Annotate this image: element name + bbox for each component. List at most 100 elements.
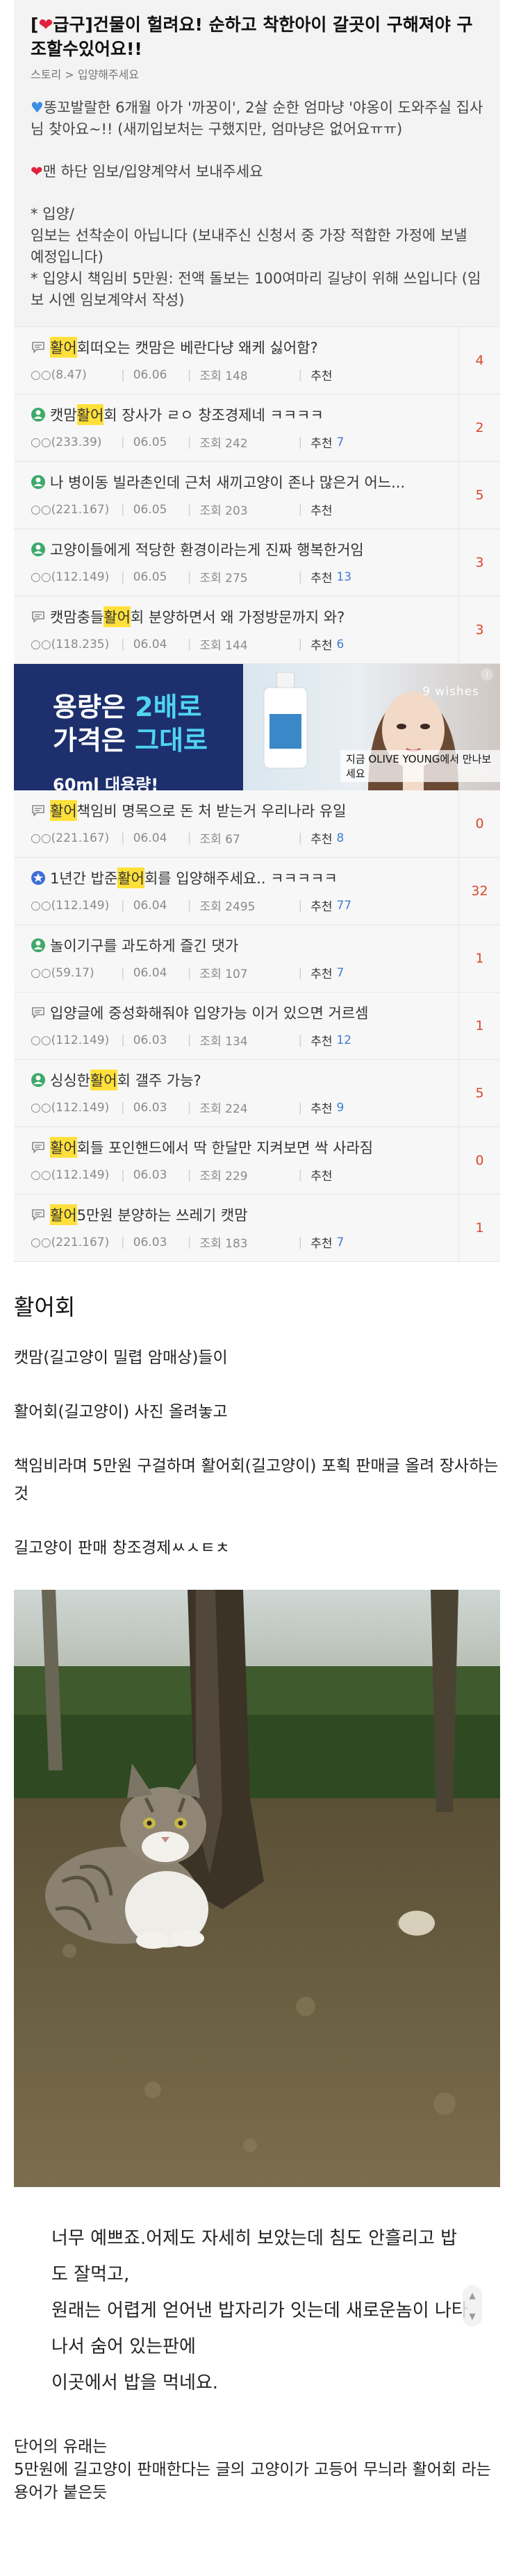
meta-separator: | (121, 898, 125, 913)
post-title[interactable]: 활어 회들 포인핸드에서 딱 한달만 지켜보면 싹 사라짐 (31, 1137, 458, 1158)
comment-count[interactable]: 3 (458, 597, 500, 663)
user-icon (31, 542, 46, 557)
comment-count[interactable]: 32 (458, 858, 500, 924)
post-meta: ○○(233.39) | 06.05 | 조회 242 | 추천 7 (31, 433, 458, 451)
post-title[interactable]: 활어 책임비 명목으로 돈 처 받는거 우리나라 유일 (31, 800, 458, 821)
post-main[interactable]: 활어 회들 포인핸드에서 딱 한달만 지켜보면 싹 사라짐 ○○(112.149) |… (14, 1127, 458, 1194)
comment-icon (31, 1005, 46, 1020)
post-title[interactable]: 나 병이동 빌라촌인데 근처 새끼고양이 존나 많은거 어느... (31, 472, 458, 492)
post-title[interactable]: 1년간 밥준 활어 회를 입양해주세요.. ㅋㅋㅋㅋㅋ (31, 867, 458, 888)
article-title: 활어회 (14, 1294, 76, 1320)
author-ip: ○○(8.47) (31, 367, 87, 382)
meta-separator: | (187, 367, 192, 382)
chevron-up-icon: ▲ (469, 2291, 476, 2300)
ad-info-icon[interactable]: i (481, 668, 493, 681)
author-ip: ○○(112.149) (31, 898, 110, 913)
meta-separator: | (298, 1235, 303, 1249)
post-main[interactable]: 고양이들에게 적당한 환경이라는게 진짜 행복한거임 ○○(112.149) | 06… (14, 529, 458, 596)
author-ip: ○○(221.167) (31, 502, 110, 517)
author-ip: ○○(118.235) (31, 637, 110, 651)
post-main[interactable]: 활어 5만원 분양하는 쓰레기 캣맘 ○○(221.167) | 06.03 | 조회 1… (14, 1195, 458, 1261)
breadcrumb[interactable]: 스토리 > 입양해주세요 (31, 65, 483, 82)
comment-count[interactable]: 0 (458, 790, 500, 857)
article-paragraph: 활어회(길고양이) 사진 올려놓고 (14, 1403, 228, 1421)
post-main[interactable]: 입양글에 중성화해줘야 입양가능 이거 있으면 거르셈 ○○(112.149) | 0… (14, 992, 458, 1059)
post-date: 06.03 (133, 1235, 167, 1249)
post-row[interactable]: 활어 책임비 명목으로 돈 처 받는거 우리나라 유일 ○○(221.167) | 0… (14, 790, 500, 858)
comment-count[interactable]: 5 (458, 462, 500, 529)
title-pre: 1년간 밥준 (50, 870, 118, 887)
comment-count[interactable]: 1 (458, 1195, 500, 1261)
meta-separator: | (187, 1100, 192, 1115)
meta-separator: | (298, 435, 303, 449)
post-row[interactable]: 활어 5만원 분양하는 쓰레기 캣맘 ○○(221.167) | 06.03 | 조회 1… (14, 1195, 500, 1262)
post-row[interactable]: 나 병이동 빌라촌인데 근처 새끼고양이 존나 많은거 어느... ○○(221.… (14, 462, 500, 529)
notice-body: ♥똥꼬발랄한 6개월 아가 '까꿍이', 2살 순한 엄마냥 '야옹이 도와주실… (31, 99, 483, 308)
ad-banner[interactable]: 용량은 2배로 가격은 그대로 60ml 대용량! 9 wishes 지금 OLIVE … (14, 664, 500, 790)
post-title[interactable]: 입양글에 중성화해줘야 입양가능 이거 있으면 거르셈 (31, 1002, 458, 1023)
post-row[interactable]: 캣맘충들 활어 회 분양하면서 왜 가정방문까지 와? ○○(118.235) | 06… (14, 597, 500, 664)
post-title[interactable]: 싱싱한 활어 회 갤주 가능? (31, 1070, 458, 1090)
post-main[interactable]: 캣맘충들 활어 회 분양하면서 왜 가정방문까지 와? ○○(118.235) | 06… (14, 597, 458, 663)
post-row[interactable]: 활어 회들 포인핸드에서 딱 한달만 지켜보면 싹 사라짐 ○○(112.149) |… (14, 1127, 500, 1195)
post-row[interactable]: 놀이기구를 과도하게 즐긴 댓가 ○○(59.17) | 06.04 | 조회 107 | 추… (14, 925, 500, 992)
comment-count[interactable]: 4 (458, 327, 500, 394)
post-row[interactable]: 활어 회떠오는 캣맘은 베란다냥 왜케 싫어함? ○○(8.47) | 06.06 | 조회… (14, 327, 500, 394)
post-main[interactable]: 1년간 밥준 활어 회를 입양해주세요.. ㅋㅋㅋㅋㅋ ○○(112.149) | 06… (14, 858, 458, 924)
comment-count[interactable]: 1 (458, 992, 500, 1059)
post-title[interactable]: 활어 회떠오는 캣맘은 베란다냥 왜케 싫어함? (31, 337, 458, 358)
post-title[interactable]: 고양이들에게 적당한 환경이라는게 진짜 행복한거임 (31, 539, 458, 560)
meta-separator: | (121, 831, 125, 845)
post-main[interactable]: 활어 회떠오는 캣맘은 베란다냥 왜케 싫어함? ○○(8.47) | 06.06 | 조회… (14, 327, 458, 394)
user-icon (31, 474, 46, 490)
comment-count[interactable]: 0 (458, 1127, 500, 1194)
post-date: 06.05 (133, 435, 167, 449)
post-row[interactable]: 입양글에 중성화해줘야 입양가능 이거 있으면 거르셈 ○○(112.149) | 0… (14, 992, 500, 1060)
post-list: 활어 회떠오는 캣맘은 베란다냥 왜케 싫어함? ○○(8.47) | 06.06 | 조회… (14, 327, 500, 1262)
scroll-pill[interactable]: ▲ ▼ (463, 2285, 482, 2327)
comment-count[interactable]: 1 (458, 925, 500, 992)
post-main[interactable]: 활어 책임비 명목으로 돈 처 받는거 우리나라 유일 ○○(221.167) | 0… (14, 790, 458, 857)
post-row[interactable]: 싱싱한 활어 회 갤주 가능? ○○(112.149) | 06.03 | 조회 224 | 추… (14, 1060, 500, 1127)
author-ip: ○○(112.149) (31, 1033, 110, 1047)
comment-icon (31, 1140, 46, 1155)
title-highlight: 활어 (50, 337, 77, 358)
post-title[interactable]: 활어 5만원 분양하는 쓰레기 캣맘 (31, 1204, 458, 1225)
title-highlight: 활어 (50, 800, 77, 821)
recommend-count: 13 (336, 570, 352, 584)
view-count: 조회 134 (199, 1035, 248, 1049)
title-highlight: 활어 (117, 867, 144, 888)
meta-separator: | (298, 502, 303, 517)
post-row[interactable]: 1년간 밥준 활어 회를 입양해주세요.. ㅋㅋㅋㅋㅋ ○○(112.149) | 06… (14, 858, 500, 925)
post-main[interactable]: 놀이기구를 과도하게 즐긴 댓가 ○○(59.17) | 06.04 | 조회 107 | 추… (14, 925, 458, 992)
title-post: 회들 포인핸드에서 딱 한달만 지켜보면 싹 사라짐 (76, 1140, 374, 1156)
ad-subline: 60ml 대용량! (53, 775, 159, 790)
notice-title[interactable]: [❤급구]건물이 헐려요! 순하고 착한아이 갈곳이 구해져야 구조할수있어요!… (31, 13, 483, 61)
author-ip: ○○(112.149) (31, 570, 110, 584)
post-title[interactable]: 캣맘충들 활어 회 분양하면서 왜 가정방문까지 와? (31, 606, 458, 627)
recommend-label: 추천 (310, 833, 333, 847)
post-date: 06.06 (133, 367, 167, 382)
view-count: 조회 224 (199, 1102, 248, 1116)
heart-icon: ❤ (38, 15, 53, 35)
view-count: 조회 148 (199, 369, 248, 383)
recommend-count: 7 (336, 1235, 345, 1249)
post-main[interactable]: 캣맘 활어 회 장사가 ㄹㅇ 창조경제네 ㅋㅋㅋㅋ ○○(233.39) | 06.05… (14, 394, 458, 461)
comment-count[interactable]: 5 (458, 1060, 500, 1127)
post-main[interactable]: 싱싱한 활어 회 갤주 가능? ○○(112.149) | 06.03 | 조회 224 | 추… (14, 1060, 458, 1127)
post-main[interactable]: 나 병이동 빌라촌인데 근처 새끼고양이 존나 많은거 어느... ○○(221.… (14, 462, 458, 529)
post-row[interactable]: 고양이들에게 적당한 환경이라는게 진짜 행복한거임 ○○(112.149) | 06… (14, 529, 500, 597)
title-post: 5만원 분양하는 쓰레기 캣맘 (76, 1207, 248, 1224)
comment-count[interactable]: 3 (458, 529, 500, 596)
post-title[interactable]: 놀이기구를 과도하게 즐긴 댓가 (31, 935, 458, 956)
article-paragraph: 책임비라며 5만원 구걸하며 활어회(길고양이) 포획 판매글 올려 장사하는 … (14, 1457, 499, 1503)
post-row[interactable]: 캣맘 활어 회 장사가 ㄹㅇ 창조경제네 ㅋㅋㅋㅋ ○○(233.39) | 06.05… (14, 394, 500, 462)
post-title[interactable]: 캣맘 활어 회 장사가 ㄹㅇ 창조경제네 ㅋㅋㅋㅋ (31, 404, 458, 425)
anon-icon: ○○ (31, 1235, 51, 1249)
meta-separator: | (187, 965, 192, 980)
comment-count[interactable]: 2 (458, 394, 500, 461)
pinned-notice[interactable]: [❤급구]건물이 헐려요! 순하고 착한아이 갈곳이 구해져야 구조할수있어요!… (14, 0, 500, 327)
title-pre: 싱싱한 (50, 1072, 90, 1089)
meta-separator: | (187, 1235, 192, 1249)
meta-separator: | (187, 831, 192, 845)
